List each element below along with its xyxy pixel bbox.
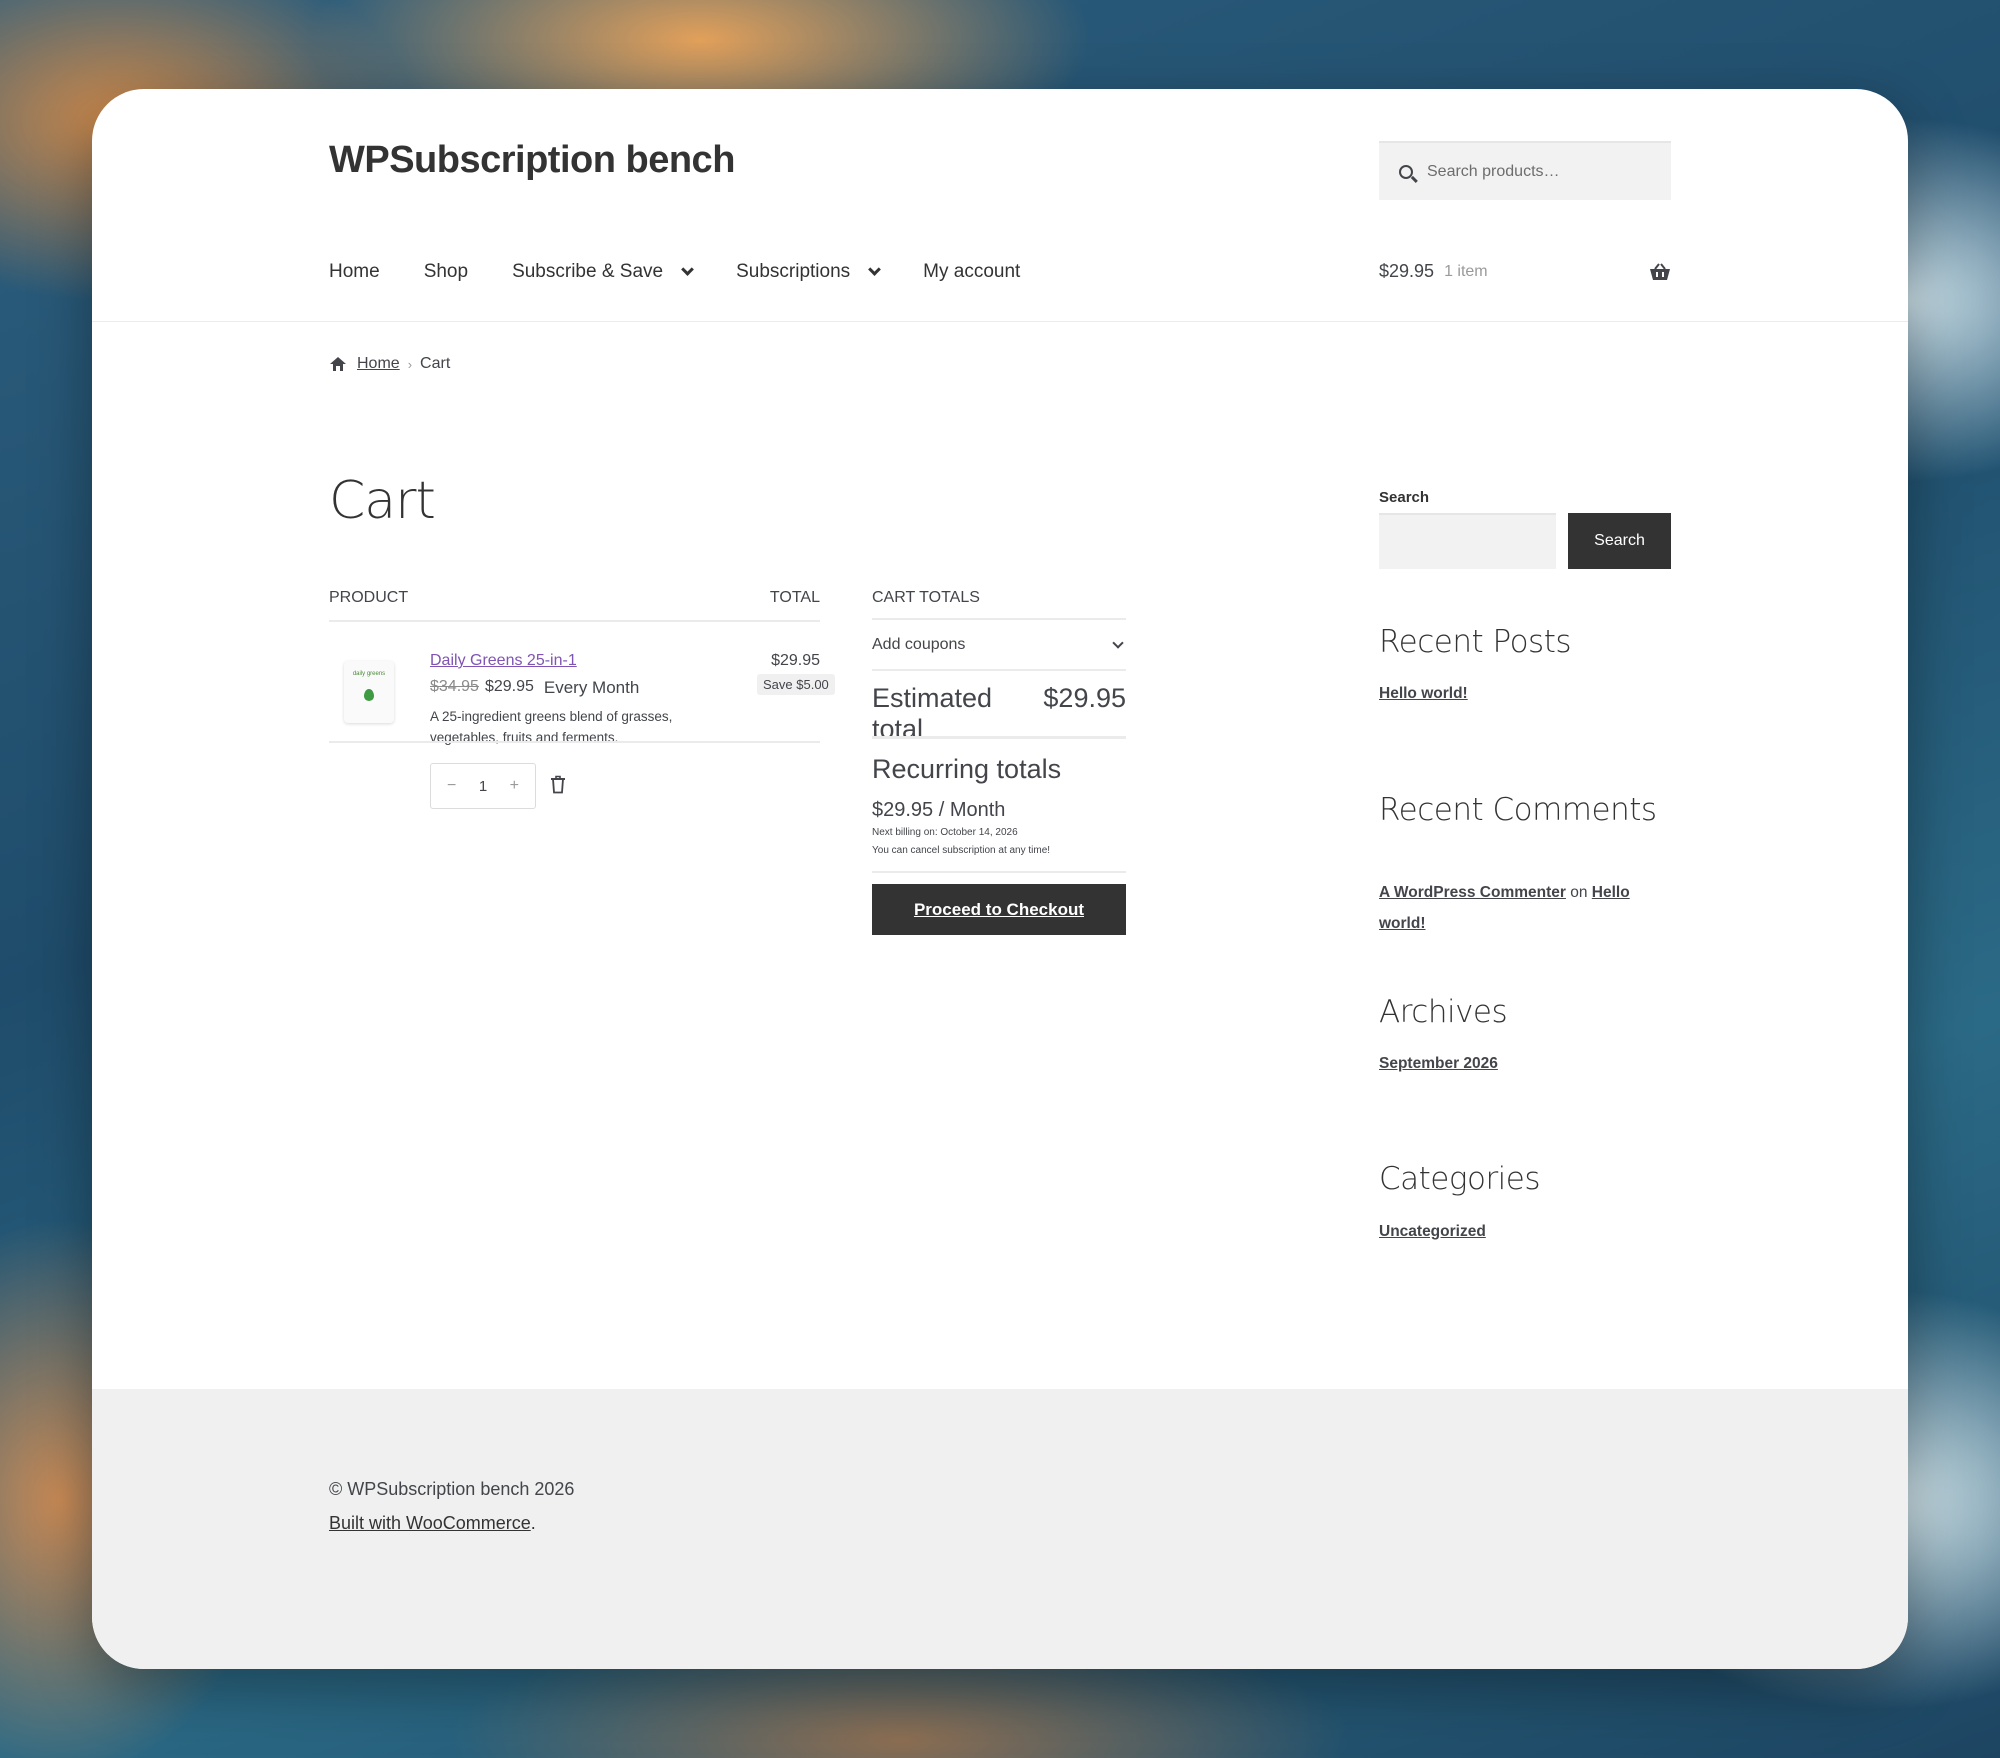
quantity-value[interactable]: 1: [479, 778, 487, 795]
decrease-quantity-button[interactable]: −: [447, 777, 456, 795]
comment-on-text: on: [1570, 884, 1588, 901]
total-column-header: TOTAL: [769, 589, 820, 606]
recent-comment: A WordPress Commenter on Hello world!: [1379, 877, 1671, 939]
totals-divider: [872, 736, 1126, 739]
archives-title: Archives: [1379, 994, 1508, 1030]
chevron-down-icon[interactable]: [1112, 637, 1124, 649]
nav-item-home[interactable]: Home: [329, 261, 380, 283]
mini-cart-count: 1 item: [1444, 262, 1488, 280]
breadcrumb-home-link[interactable]: Home: [357, 355, 400, 373]
basket-icon[interactable]: [1649, 262, 1671, 281]
nav-item-subscriptions[interactable]: Subscriptions: [736, 261, 882, 283]
footer-credit-suffix: .: [530, 1513, 536, 1533]
add-coupons-label: Add coupons: [872, 636, 966, 653]
breadcrumb-separator: ›: [407, 356, 413, 372]
table-divider: [329, 620, 820, 622]
footer-copyright: © WPSubscription bench 2026: [329, 1479, 575, 1499]
table-divider: [329, 741, 820, 743]
increase-quantity-button[interactable]: +: [510, 777, 519, 795]
search-icon: [1399, 164, 1413, 179]
header-search-input[interactable]: Search products…: [1379, 141, 1671, 200]
cart-totals-heading: CART TOTALS: [872, 589, 980, 606]
nav-label: Subscriptions: [736, 261, 851, 282]
archive-link[interactable]: September 2026: [1379, 1055, 1498, 1073]
leaf-icon: [364, 689, 374, 701]
sidebar-search-input[interactable]: [1379, 513, 1556, 569]
product-price-line: $34.95 $29.95 Every Month: [430, 678, 639, 698]
billing-frequency: Every Month: [543, 678, 640, 697]
recent-comments-title: Recent Comments: [1379, 792, 1657, 828]
recent-post-link[interactable]: Hello world!: [1379, 685, 1468, 703]
sale-price: $29.95: [484, 678, 534, 695]
page-title: Cart: [329, 471, 436, 531]
thumbnail-label: daily greens: [352, 671, 386, 677]
home-icon: [330, 357, 346, 371]
site-footer: © WPSubscription bench 2026 Built with W…: [92, 1389, 1908, 1669]
categories-title: Categories: [1379, 1161, 1541, 1197]
nav-item-shop[interactable]: Shop: [424, 261, 468, 283]
nav-label: My account: [923, 261, 1021, 282]
site-title[interactable]: WPSubscription bench: [329, 139, 735, 182]
comment-author-link[interactable]: A WordPress Commenter: [1379, 884, 1566, 901]
breadcrumb-current: Cart: [420, 355, 451, 372]
sidebar-search-button[interactable]: Search: [1568, 513, 1671, 569]
product-thumbnail[interactable]: daily greens: [344, 661, 394, 723]
next-billing-note: Next billing on: October 14, 2026: [872, 827, 1018, 838]
product-column-header: PRODUCT: [329, 589, 409, 606]
product-name-link[interactable]: Daily Greens 25-in-1: [430, 652, 577, 670]
recent-posts-title: Recent Posts: [1379, 624, 1572, 660]
header-divider: [92, 321, 1908, 322]
footer-credit: Built with WooCommerce.: [329, 1513, 536, 1534]
recurring-totals-title: Recurring totals: [872, 754, 1062, 784]
nav-item-my-account[interactable]: My account: [923, 261, 1020, 283]
chevron-down-icon[interactable]: [868, 263, 882, 276]
totals-divider: [872, 618, 1126, 620]
quantity-stepper[interactable]: − 1 +: [430, 763, 536, 809]
mini-cart[interactable]: $29.95 1 item: [1379, 261, 1671, 282]
nav-label: Shop: [423, 261, 469, 282]
proceed-to-checkout-button[interactable]: Proceed to Checkout: [872, 884, 1126, 935]
nav-label: Home: [329, 261, 380, 282]
built-with-woocommerce-link[interactable]: Built with WooCommerce: [329, 1513, 531, 1533]
search-placeholder: Search products…: [1427, 162, 1560, 180]
save-badge: Save $5.00: [757, 674, 835, 695]
chevron-down-icon[interactable]: [681, 263, 694, 276]
breadcrumb: Home › Cart: [329, 355, 450, 373]
totals-divider: [872, 669, 1126, 671]
sidebar-search-label: Search: [1379, 489, 1430, 506]
category-link[interactable]: Uncategorized: [1379, 1223, 1486, 1241]
add-coupons-toggle[interactable]: Add coupons: [872, 636, 1126, 654]
trash-icon[interactable]: [550, 775, 566, 794]
browser-page: WPSubscription bench Search products… Ho…: [92, 89, 1908, 1669]
totals-divider: [872, 871, 1126, 873]
nav-label: Subscribe & Save: [512, 261, 664, 282]
cancel-note: You can cancel subscription at any time!: [872, 845, 1051, 856]
primary-nav: Home Shop Subscribe & Save Subscriptions…: [329, 261, 1064, 283]
nav-item-subscribe-save[interactable]: Subscribe & Save: [512, 261, 694, 283]
line-total: $29.95: [771, 652, 820, 669]
mini-cart-amount: $29.95: [1379, 261, 1435, 281]
old-price: $34.95: [430, 678, 479, 695]
recurring-amount: $29.95 / Month: [872, 799, 1006, 821]
